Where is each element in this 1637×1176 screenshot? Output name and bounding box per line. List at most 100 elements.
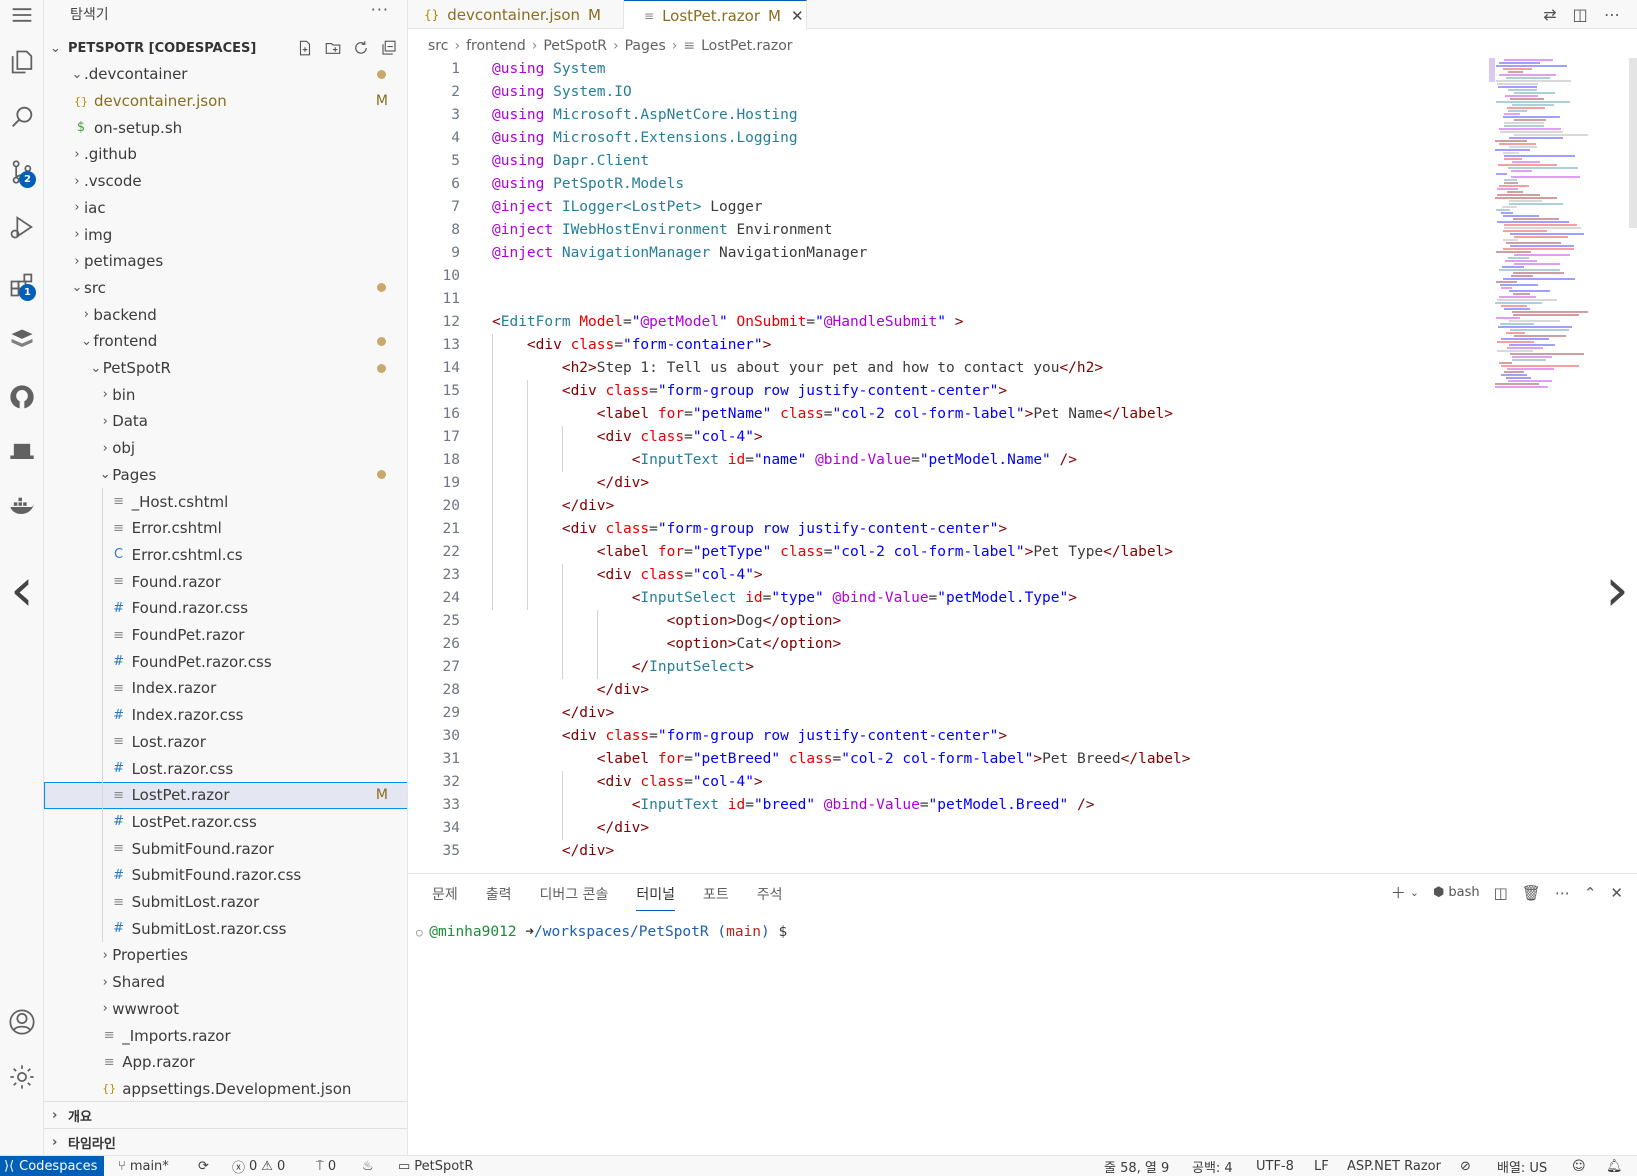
- code-line[interactable]: <div class="form-group row justify-conte…: [492, 725, 1007, 748]
- code-line[interactable]: @using System.IO: [492, 81, 632, 104]
- collapse-all-icon[interactable]: [378, 38, 400, 58]
- code-line[interactable]: <h2>Step 1: Tell us about your pet and h…: [492, 357, 1103, 380]
- sync-icon[interactable]: ⟳: [198, 1156, 209, 1176]
- tree-item[interactable]: # Found.razor.css: [44, 595, 407, 622]
- chevron-down-icon[interactable]: ⌄: [89, 361, 103, 376]
- tree-item[interactable]: › Properties: [44, 942, 407, 969]
- code-line[interactable]: <InputText id="breed" @bind-Value="petMo…: [492, 794, 1095, 817]
- editor-scrollbar[interactable]: [1629, 58, 1637, 228]
- tree-item[interactable]: ≡ Found.razor: [44, 568, 407, 595]
- tree-item[interactable]: ⌄ src: [44, 275, 407, 302]
- tab-debug-console[interactable]: 디버그 콘솔: [540, 884, 609, 911]
- tree-item[interactable]: C Error.cshtml.cs: [44, 542, 407, 569]
- chevron-right-icon[interactable]: ›: [70, 147, 84, 162]
- account-icon[interactable]: [0, 1000, 44, 1044]
- tree-item[interactable]: › wwwroot: [44, 996, 407, 1023]
- code-line[interactable]: <InputSelect id="type" @bind-Value="petM…: [492, 587, 1077, 610]
- chevron-down-icon[interactable]: ⌄: [1410, 886, 1419, 899]
- compare-changes-icon[interactable]: ⇄: [1539, 3, 1561, 25]
- tree-item[interactable]: › bin: [44, 381, 407, 408]
- tree-item[interactable]: › img: [44, 221, 407, 248]
- code-line[interactable]: @using System: [492, 58, 606, 81]
- project-status[interactable]: ▭ PetSpotR: [398, 1156, 473, 1176]
- tree-item[interactable]: ⌄ frontend: [44, 328, 407, 355]
- workspace-header[interactable]: ⌄ PETSPOTR [CODESPACES]: [44, 35, 407, 61]
- bell-icon[interactable]: 🔔︎: [1606, 1156, 1623, 1176]
- branch-status[interactable]: ⑂ main*: [118, 1156, 169, 1176]
- tree-item[interactable]: # SubmitLost.razor.css: [44, 915, 407, 942]
- breadcrumb-item[interactable]: src: [428, 38, 448, 54]
- tree-item[interactable]: ⌄ .devcontainer: [44, 61, 407, 88]
- code-line[interactable]: </div>: [492, 679, 649, 702]
- split-editor-icon[interactable]: ◫: [1569, 3, 1591, 25]
- code-line[interactable]: <EditForm Model="@petModel" OnSubmit="@H…: [492, 311, 964, 334]
- chevron-down-icon[interactable]: ⌄: [79, 334, 93, 349]
- tree-item[interactable]: # FoundPet.razor.css: [44, 648, 407, 675]
- code-line[interactable]: <label for="petType" class="col-2 col-fo…: [492, 541, 1173, 564]
- tab-terminal[interactable]: 터미널: [636, 884, 676, 911]
- chevron-right-icon[interactable]: ›: [98, 1001, 112, 1016]
- tree-item[interactable]: › backend: [44, 301, 407, 328]
- eol-status[interactable]: LF: [1314, 1156, 1329, 1176]
- more-actions-icon[interactable]: ···: [371, 0, 389, 19]
- chevron-right-icon[interactable]: ›: [70, 227, 84, 242]
- ports-status[interactable]: ⍑ 0: [316, 1156, 336, 1176]
- code-line[interactable]: <div class="col-4">: [492, 564, 763, 587]
- new-file-icon[interactable]: [294, 38, 316, 58]
- tree-item[interactable]: › Shared: [44, 969, 407, 996]
- tree-item[interactable]: ⌄ PetSpotR: [44, 355, 407, 382]
- github-icon[interactable]: [0, 375, 44, 419]
- tree-item[interactable]: # Lost.razor.css: [44, 755, 407, 782]
- keyboard-layout[interactable]: 배열: US: [1497, 1156, 1547, 1176]
- tree-item[interactable]: › Data: [44, 408, 407, 435]
- tree-item[interactable]: $ on-setup.sh: [44, 114, 407, 141]
- refresh-icon[interactable]: [350, 38, 372, 58]
- code-line[interactable]: @using Microsoft.Extensions.Logging: [492, 127, 798, 150]
- code-line[interactable]: </div>: [492, 472, 649, 495]
- code-line[interactable]: </div>: [492, 702, 614, 725]
- problems-status[interactable]: ⓧ 0 ⚠ 0: [232, 1156, 285, 1176]
- minimap[interactable]: [1489, 58, 1629, 398]
- tree-item[interactable]: › iac: [44, 195, 407, 222]
- tree-item[interactable]: ≡ SubmitFound.razor: [44, 835, 407, 862]
- chevron-right-icon[interactable]: ›: [1605, 560, 1629, 620]
- tab-problems[interactable]: 문제: [432, 884, 458, 911]
- flame-icon[interactable]: ♨: [362, 1156, 374, 1176]
- tree-item[interactable]: # LostPet.razor.css: [44, 809, 407, 836]
- terminal-output[interactable]: ○ @minha9012 ➜/workspaces/PetSpotR (main…: [416, 924, 787, 940]
- tree-item[interactable]: ≡ SubmitLost.razor: [44, 889, 407, 916]
- code-line[interactable]: </InputSelect>: [492, 656, 754, 679]
- docker-icon[interactable]: [0, 485, 44, 529]
- code-line[interactable]: <option>Dog</option>: [492, 610, 842, 633]
- maximize-panel-icon[interactable]: ⌃: [1584, 884, 1597, 902]
- source-control-icon[interactable]: 2: [0, 150, 44, 194]
- search-icon[interactable]: [0, 95, 44, 139]
- breadcrumb-item[interactable]: Pages: [625, 38, 666, 54]
- timeline-section[interactable]: › 타임라인: [44, 1128, 407, 1155]
- code-line[interactable]: <div class="col-4">: [492, 426, 763, 449]
- chevron-right-icon[interactable]: ›: [70, 254, 84, 269]
- run-debug-icon[interactable]: [0, 205, 44, 249]
- tree-item[interactable]: ≡ FoundPet.razor: [44, 622, 407, 649]
- code-line[interactable]: </div>: [492, 495, 614, 518]
- code-line[interactable]: @using PetSpotR.Models: [492, 173, 684, 196]
- remote-indicator[interactable]: ⟩⟨ Codespaces: [0, 1156, 104, 1176]
- chevron-right-icon[interactable]: ›: [70, 174, 84, 189]
- outline-section[interactable]: › 개요: [44, 1101, 407, 1128]
- close-icon[interactable]: ✕: [791, 7, 804, 25]
- chevron-down-icon[interactable]: ⌄: [70, 280, 84, 295]
- code-line[interactable]: <div class="form-group row justify-conte…: [492, 518, 1007, 541]
- code-editor[interactable]: 1 @using System 2 @using System.IO 3 @using M…: [408, 58, 1488, 868]
- breadcrumb-item[interactable]: frontend: [466, 38, 526, 54]
- tab-ports[interactable]: 포트: [703, 884, 729, 911]
- tab-devcontainer-json[interactable]: {} devcontainer.json M: [408, 0, 624, 29]
- trash-icon[interactable]: 🗑: [1522, 884, 1541, 902]
- terminal-shell-selector[interactable]: ⬢ bash: [1433, 885, 1480, 900]
- tab-output[interactable]: 출력: [486, 884, 512, 911]
- code-line[interactable]: <div class="form-container">: [492, 334, 771, 357]
- code-line[interactable]: <option>Cat</option>: [492, 633, 842, 656]
- tree-item[interactable]: # SubmitFound.razor.css: [44, 862, 407, 889]
- code-line[interactable]: <label for="petName" class="col-2 col-fo…: [492, 403, 1173, 426]
- new-terminal-icon[interactable]: ＋: [1391, 882, 1406, 903]
- indentation-status[interactable]: 공백: 4: [1192, 1156, 1233, 1176]
